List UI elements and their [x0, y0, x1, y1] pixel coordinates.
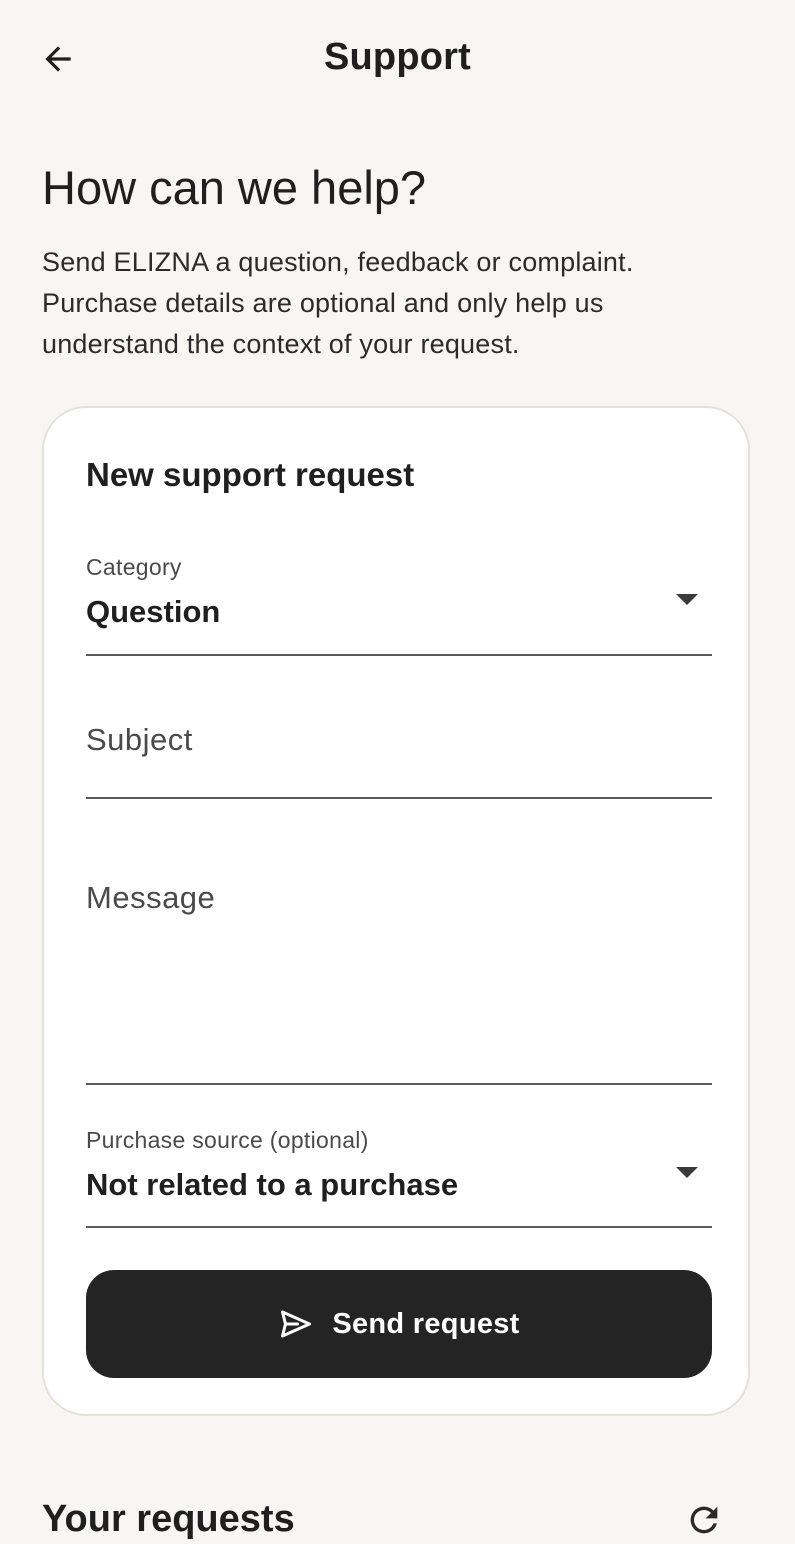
purchase-source-dropdown[interactable]: Purchase source (optional) Not related t… — [86, 1120, 712, 1228]
category-value: Question — [86, 594, 221, 629]
subject-input[interactable]: Subject — [86, 698, 712, 799]
support-request-card: New support request Category Question Su… — [42, 406, 750, 1416]
purchase-source-label: Purchase source (optional) — [86, 1127, 369, 1153]
intro-description: Send ELIZNA a question, feedback or comp… — [42, 247, 634, 359]
subject-placeholder: Subject — [86, 722, 193, 757]
dropdown-caret-icon — [676, 1167, 698, 1178]
category-label: Category — [86, 554, 182, 580]
message-input[interactable]: Message — [86, 858, 712, 1085]
refresh-icon — [690, 1506, 718, 1534]
refresh-button[interactable] — [680, 1496, 728, 1544]
card-title: New support request — [86, 456, 415, 493]
purchase-source-value: Not related to a purchase — [86, 1167, 459, 1202]
send-request-button[interactable]: Send request — [86, 1270, 712, 1378]
message-placeholder: Message — [86, 880, 216, 915]
your-requests-heading: Your requests — [42, 1498, 295, 1540]
send-icon — [281, 1310, 312, 1338]
page-title: Support — [323, 36, 472, 78]
category-dropdown[interactable]: Category Question — [86, 548, 712, 656]
headline: How can we help? — [42, 161, 427, 214]
app-bar: Support — [0, 0, 795, 120]
send-request-label: Send request — [332, 1307, 520, 1340]
dropdown-caret-icon — [676, 594, 698, 605]
